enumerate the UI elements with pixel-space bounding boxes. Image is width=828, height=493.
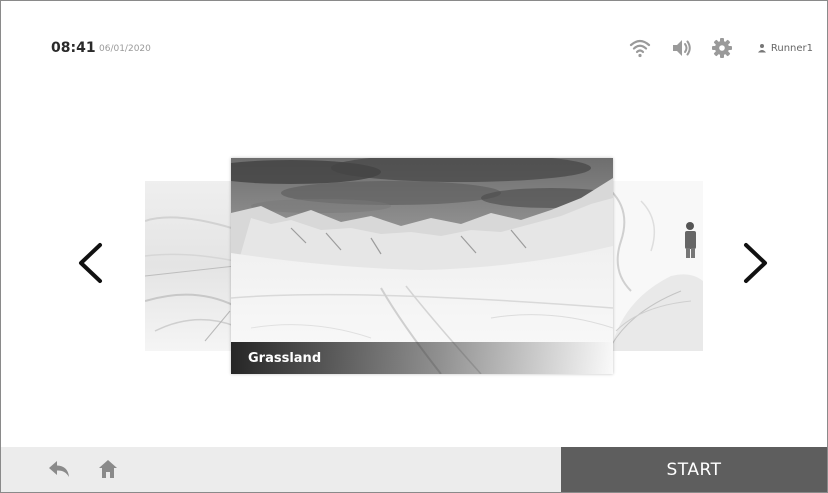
user-account[interactable]: Runner1: [757, 43, 813, 54]
volume-icon[interactable]: [669, 35, 695, 61]
status-icons: Runner1: [627, 35, 813, 61]
bottom-nav-area: [1, 447, 561, 492]
scene-thumbnail-previous: [145, 181, 235, 351]
bottom-action-bar: START: [1, 447, 827, 492]
previous-scene-button[interactable]: [73, 241, 107, 285]
chevron-left-icon: [79, 243, 102, 283]
wifi-icon[interactable]: [627, 35, 653, 61]
app-screen: 08:41 06/01/2020 Runner1 Grassland START: [0, 0, 828, 493]
clock-time: 08:41: [51, 40, 96, 56]
clock-date: 06/01/2020: [99, 44, 151, 54]
scene-card-next[interactable]: [611, 181, 703, 351]
top-status-bar: 08:41 06/01/2020 Runner1: [1, 1, 827, 101]
home-icon: [99, 460, 117, 478]
back-button[interactable]: [47, 458, 71, 480]
scene-title-caption: Grassland: [231, 342, 613, 374]
scene-title: Grassland: [248, 350, 322, 366]
start-button[interactable]: START: [561, 447, 827, 492]
user-icon: [757, 43, 767, 53]
next-scene-button[interactable]: [739, 241, 773, 285]
scene-carousel: Grassland: [1, 151, 827, 381]
scene-thumbnail-next: [611, 181, 703, 351]
home-button[interactable]: [97, 458, 119, 480]
gear-icon[interactable]: [709, 35, 735, 61]
scene-card-current[interactable]: Grassland: [231, 158, 613, 374]
username-label: Runner1: [770, 42, 813, 54]
chevron-right-icon: [744, 243, 767, 283]
scene-card-previous[interactable]: [145, 181, 235, 351]
back-arrow-icon: [49, 461, 69, 477]
